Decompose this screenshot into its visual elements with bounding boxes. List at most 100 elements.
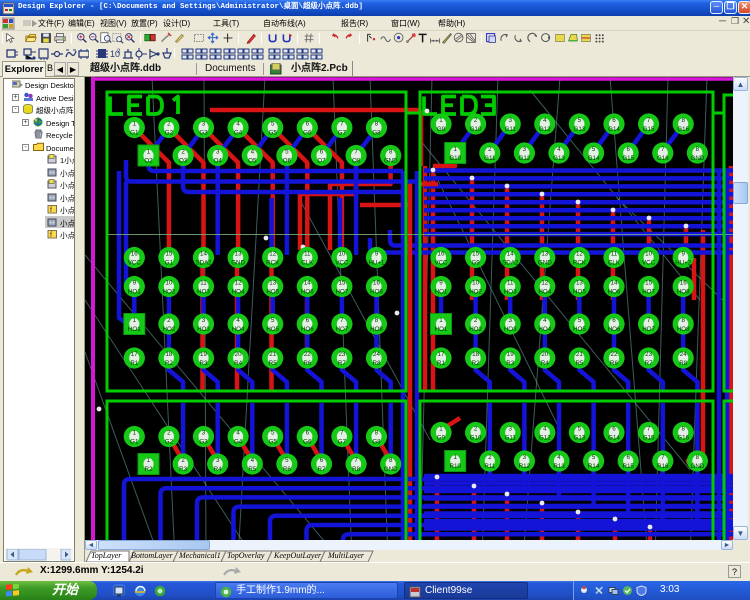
svg-text:HO8: HO8 (370, 289, 383, 296)
svg-text:15: 15 (165, 251, 172, 258)
svg-text:11: 11 (304, 251, 311, 258)
svg-text:G13: G13 (574, 126, 586, 133)
svg-text:10: 10 (645, 251, 652, 258)
svg-text:HO8: HO8 (370, 326, 383, 333)
svg-text:HO3: HO3 (197, 326, 210, 333)
svg-text:R11: R11 (484, 463, 495, 470)
svg-text:O5: O5 (248, 158, 257, 165)
svg-text:5: 5 (578, 426, 582, 433)
svg-text:10: 10 (472, 280, 479, 287)
svg-text:6: 6 (306, 430, 310, 437)
svg-text:HO3: HO3 (504, 289, 517, 296)
svg-text:G15: G15 (622, 155, 634, 162)
svg-text:O6: O6 (283, 158, 292, 165)
svg-text:R2: R2 (472, 360, 480, 367)
svg-text:12: 12 (576, 251, 583, 258)
svg-text:SDA2: SDA2 (195, 260, 212, 267)
svg-text:5: 5 (271, 430, 275, 437)
svg-text:5: 5 (271, 317, 275, 324)
svg-text:12: 12 (269, 251, 276, 258)
svg-text:7: 7 (340, 121, 344, 128)
svg-text:2: 2 (488, 146, 492, 153)
svg-text:4: 4 (543, 117, 547, 124)
svg-text:G15: G15 (643, 435, 655, 442)
svg-text:HO6: HO6 (608, 289, 621, 296)
svg-text:R6: R6 (303, 360, 311, 367)
svg-text:R7: R7 (645, 360, 653, 367)
svg-text:R3: R3 (506, 360, 514, 367)
svg-text:HO7: HO7 (642, 326, 655, 333)
svg-text:3: 3 (216, 149, 220, 156)
svg-text:10: 10 (338, 251, 345, 258)
svg-text:10: 10 (165, 280, 172, 287)
svg-text:1: 1 (133, 121, 137, 128)
svg-text:VCC: VCC (434, 260, 448, 267)
svg-text:G9: G9 (471, 260, 480, 267)
svg-text:R8: R8 (352, 466, 360, 473)
svg-text:R4: R4 (214, 466, 222, 473)
svg-text:4: 4 (557, 146, 561, 153)
svg-text:23: 23 (338, 351, 345, 358)
svg-text:G6: G6 (303, 439, 312, 446)
svg-text:R7: R7 (318, 466, 326, 473)
svg-text:f: f (50, 232, 52, 239)
svg-text:HO4: HO4 (538, 326, 551, 333)
svg-text:9: 9 (439, 280, 443, 287)
svg-text:R8: R8 (679, 360, 687, 367)
svg-text:3: 3 (508, 117, 512, 124)
svg-text:1: 1 (453, 454, 457, 461)
svg-text:22: 22 (611, 351, 618, 358)
svg-text:6: 6 (320, 149, 324, 156)
svg-text:G6: G6 (303, 130, 312, 137)
svg-text:R3: R3 (179, 466, 187, 473)
svg-text:14: 14 (200, 251, 207, 258)
svg-text:2: 2 (167, 121, 171, 128)
svg-text:9: 9 (375, 251, 379, 258)
svg-text:HO5: HO5 (266, 289, 279, 296)
svg-text:G11: G11 (505, 126, 517, 133)
svg-text:4: 4 (557, 454, 561, 461)
svg-text:13: 13 (576, 280, 583, 287)
svg-text:3: 3 (523, 146, 527, 153)
svg-text:G16: G16 (677, 126, 689, 133)
svg-text:5: 5 (285, 457, 289, 464)
svg-text:G15: G15 (643, 126, 655, 133)
svg-text:G12: G12 (519, 155, 531, 162)
svg-text:7: 7 (661, 146, 665, 153)
svg-text:G14: G14 (608, 126, 620, 133)
svg-text:8: 8 (389, 149, 393, 156)
svg-text:3: 3 (202, 121, 206, 128)
svg-text:G9: G9 (437, 126, 446, 133)
svg-text:1: 1 (147, 457, 151, 464)
svg-text:HO1: HO1 (435, 326, 448, 333)
svg-text:G1: G1 (130, 130, 139, 137)
svg-text:G12: G12 (539, 435, 551, 442)
svg-text:R10: R10 (450, 463, 462, 470)
svg-text:G11: G11 (484, 155, 496, 162)
svg-text:HO2: HO2 (163, 289, 176, 296)
svg-text:HU+1: HU+1 (369, 260, 386, 267)
svg-text:HO4: HO4 (232, 326, 245, 333)
svg-text:G12: G12 (539, 126, 551, 133)
svg-text:4: 4 (236, 121, 240, 128)
svg-text:1: 1 (439, 317, 443, 324)
svg-text:9: 9 (133, 280, 137, 287)
svg-text:G2: G2 (165, 439, 174, 446)
svg-text:8: 8 (389, 457, 393, 464)
svg-text:HO5: HO5 (266, 326, 279, 333)
svg-text:G14: G14 (608, 435, 620, 442)
svg-text:12: 12 (541, 280, 548, 287)
svg-text:G10: G10 (470, 126, 482, 133)
svg-text:17: 17 (131, 351, 138, 358)
svg-text:17: 17 (438, 351, 445, 358)
svg-text:VCC: VCC (128, 260, 142, 267)
svg-text:RCK: RCK (266, 260, 280, 267)
svg-text:1: 1 (453, 146, 457, 153)
svg-text:16: 16 (438, 251, 445, 258)
svg-text:R14: R14 (588, 463, 600, 470)
svg-text:7: 7 (354, 149, 358, 156)
svg-text:20: 20 (541, 351, 548, 358)
svg-text:21: 21 (269, 351, 276, 358)
svg-text:HO4: HO4 (232, 289, 245, 296)
svg-text:HO8: HO8 (677, 289, 690, 296)
